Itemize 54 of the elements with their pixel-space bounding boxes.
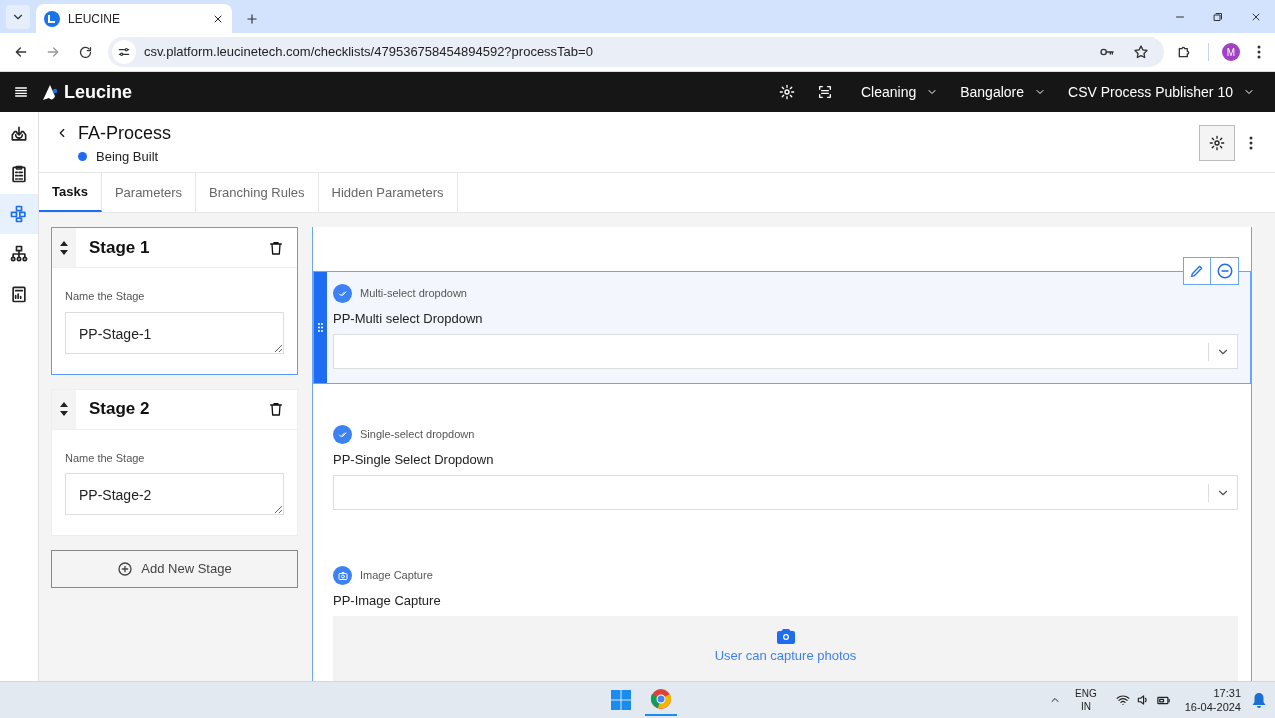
language-indicator[interactable]: ENG IN [1075,687,1097,713]
brand-name: Leucine [64,80,133,104]
stage-title: Stage 2 [88,398,151,421]
field-label: Name the Stage [65,289,146,304]
tab[interactable]: Branching Rules [196,173,319,212]
capture-hint: User can capture photos [714,647,857,665]
parameter-card[interactable]: Single-select dropdown PP-Single Select Dropdown [313,412,1251,525]
stage-title: Stage 1 [88,236,151,259]
profile-avatar[interactable]: M [1222,43,1240,61]
edit-icon[interactable] [1183,257,1211,285]
dropdown-field[interactable] [333,334,1238,369]
tab[interactable]: Hidden Parameters [318,173,458,212]
settings-icon[interactable] [1199,125,1235,161]
drag-handle-icon[interactable] [318,323,323,332]
camera-icon [333,566,352,585]
parameter-name: PP-Multi select Dropdown [333,311,484,327]
header-dropdown[interactable]: CSV Process Publisher 10 [1060,81,1263,103]
parameter-name: PP-Image Capture [333,593,442,609]
header-dropdown[interactable]: Bangalore [952,81,1055,103]
clock[interactable]: 17:31 16-04-2024 [1184,686,1241,714]
parameter-type: Single-select dropdown [360,427,475,443]
process-title: FA-Process [78,122,172,144]
double-check-icon [333,284,352,303]
stage-card[interactable]: Stage 2 Name the Stage PP-Stage-2 [51,388,298,536]
parameter-type: Image Capture [360,568,433,584]
dropdown-field[interactable] [333,475,1238,510]
parameter-name: PP-Single Select Dropdown [333,452,495,468]
remove-icon[interactable] [1211,257,1239,285]
tab[interactable]: Parameters [101,173,197,212]
double-check-icon [333,425,352,444]
add-stage-button[interactable]: Add New Stage [51,550,298,588]
header-dropdown[interactable]: Cleaning [852,81,947,103]
move-down-icon[interactable] [60,249,68,255]
tab-list-icon[interactable] [6,4,30,29]
move-down-icon[interactable] [60,411,68,416]
plus-circle-icon [117,561,134,577]
address-bar[interactable]: csv.platform.leucinetech.com/checklists/479536758454894592?processTab=0 [108,37,1164,67]
move-up-icon[interactable] [60,402,68,407]
camera-icon [776,628,795,644]
site-settings-icon[interactable] [112,40,136,64]
stage-card[interactable]: Stage 1 Name the Stage PP-Stage-1 [51,227,298,375]
parameter-card[interactable]: Multi-select dropdown PP-Multi select Dropdown [313,271,1251,384]
menu-icon[interactable] [12,84,30,100]
browser-tab[interactable]: LEUCINE [36,4,232,33]
flow-icon[interactable] [0,194,38,234]
site-favicon-icon [44,10,60,27]
stage-name-field[interactable]: PP-Stage-1 [65,311,284,354]
status-label: Being Built [96,148,159,166]
field-label: Name the Stage [65,450,146,466]
tab[interactable]: Tasks [39,173,102,212]
move-up-icon[interactable] [60,240,68,246]
parameter-card[interactable]: Image Capture PP-Image Capture User can capture photos [313,553,1251,681]
stage-name-field[interactable]: PP-Stage-2 [65,473,284,515]
parameter-type: Multi-select dropdown [360,286,467,302]
